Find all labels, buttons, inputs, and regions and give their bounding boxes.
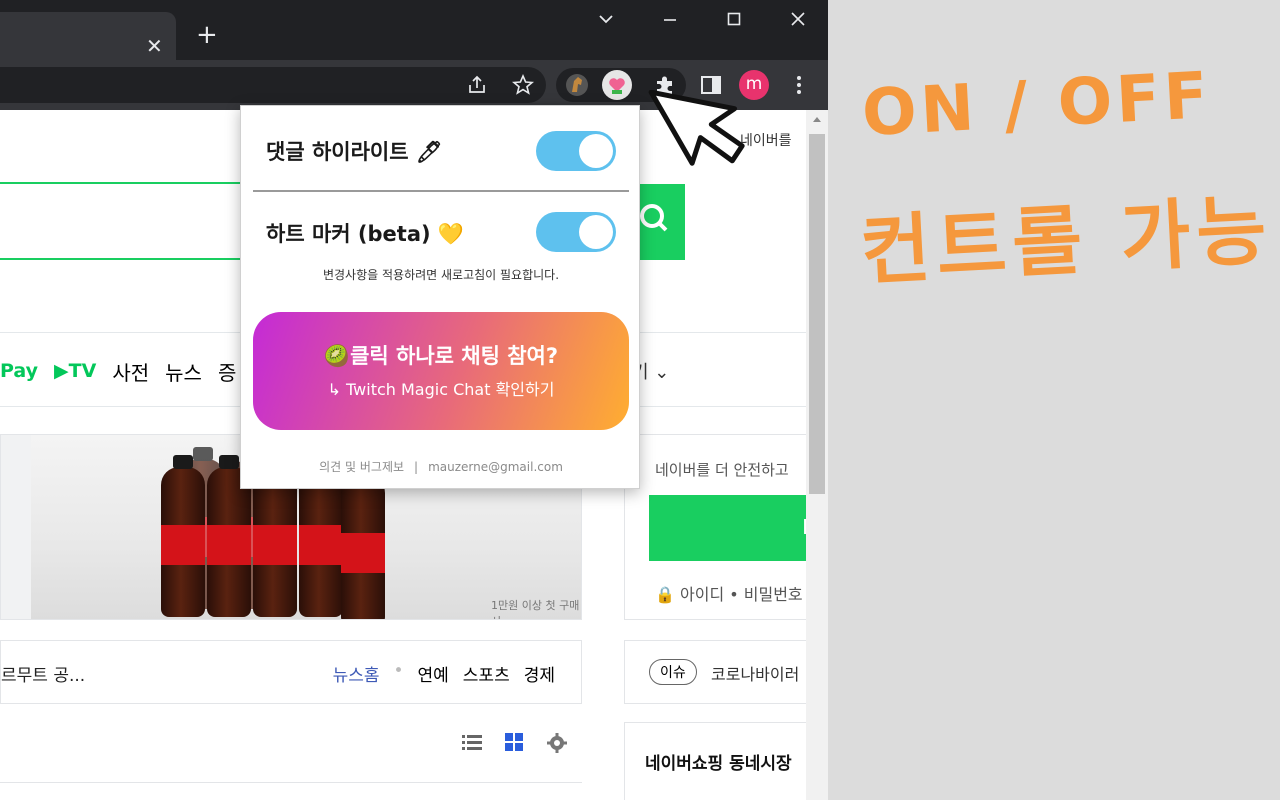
find-id-password-links[interactable]: 🔒 아이디 • 비밀번호: [655, 581, 803, 605]
scroll-up-arrow-icon[interactable]: [806, 110, 828, 130]
news-links: 뉴스홈 • 연예 스포츠 경제: [333, 661, 555, 686]
refresh-notice: 변경사항을 적용하려면 새로고침이 필요합니다.: [322, 268, 560, 282]
news-entertainment-link[interactable]: 연예: [418, 661, 449, 686]
news-link-separator: •: [393, 661, 404, 681]
settings-gear-icon[interactable]: [546, 732, 568, 758]
address-bar[interactable]: [0, 67, 546, 103]
mouse-cursor-icon: [648, 90, 745, 166]
comment-highlight-toggle[interactable]: [536, 131, 616, 171]
service-nav: Pay ▶TV 사전 뉴스 증: [0, 356, 252, 386]
news-bar: 르무트 공... 뉴스홈 • 연예 스포츠 경제: [0, 640, 582, 704]
magic-chat-link[interactable]: ↳ Twitch Magic Chat 확인하기: [253, 376, 629, 400]
new-tab-button[interactable]: +: [196, 22, 218, 48]
issue-panel: 이슈 코로나바이러: [624, 640, 824, 704]
view-toggle-group: [462, 732, 568, 758]
annotation-controllable: 컨트롤 가능!: [858, 183, 1280, 296]
tab-close-icon[interactable]: ✕: [146, 36, 163, 56]
login-hint: 네이버를 더 안전하고: [655, 461, 789, 479]
news-home-link[interactable]: 뉴스홈: [333, 661, 380, 686]
tab-strip: ✕ +: [0, 0, 828, 60]
news-headline[interactable]: 르무트 공...: [1, 661, 85, 686]
comment-highlight-label: 댓글 하이라이트 🖊: [266, 140, 443, 164]
horse-extension-icon[interactable]: [564, 72, 590, 98]
nav-pay[interactable]: Pay: [0, 360, 38, 382]
minimize-icon[interactable]: [658, 10, 682, 34]
active-tab[interactable]: ✕: [0, 12, 176, 60]
menu-kebab-icon[interactable]: [786, 72, 812, 98]
nav-stocks[interactable]: 증: [218, 357, 236, 386]
footer-separator: |: [414, 460, 419, 474]
nav-dictionary[interactable]: 사전: [112, 357, 149, 386]
issue-badge: 이슈: [649, 659, 697, 685]
scroll-thumb[interactable]: [809, 134, 825, 494]
news-sports-link[interactable]: 스포츠: [463, 661, 510, 686]
shopping-panel: 네이버쇼핑 동네시장: [624, 722, 824, 800]
page-scrollbar[interactable]: [806, 110, 828, 800]
contact-email[interactable]: mauzerne@gmail.com: [428, 460, 563, 474]
tab-search-dropdown-icon[interactable]: [594, 10, 618, 34]
magic-chat-banner[interactable]: 🥝클릭 하나로 채팅 참여? ↳ Twitch Magic Chat 확인하기: [253, 312, 629, 430]
popup-footer: 의견 및 버그제보 | mauzerne@gmail.com: [241, 458, 641, 475]
news-economy-link[interactable]: 경제: [524, 661, 555, 686]
bookmark-star-icon[interactable]: [510, 72, 536, 98]
popup-divider: [253, 190, 629, 192]
toggle-knob: [579, 215, 613, 249]
annotation-on-off: ON / OFF: [860, 58, 1214, 152]
feedback-link[interactable]: 의견 및 버그제보: [319, 460, 404, 474]
login-panel: 네이버를 더 안전하고 N 🔒 아이디 • 비밀번호: [624, 434, 824, 620]
issue-headline[interactable]: 코로나바이러: [711, 661, 799, 685]
maximize-icon[interactable]: [722, 10, 746, 34]
list-view-icon[interactable]: [462, 732, 482, 758]
shopping-title[interactable]: 네이버쇼핑 동네시장: [645, 749, 792, 774]
naver-login-button[interactable]: N: [649, 495, 819, 561]
content-grid: [0, 782, 582, 800]
share-icon[interactable]: [464, 72, 490, 98]
heart-marker-label: 하트 마커 (beta) 💛: [266, 222, 465, 246]
grid-view-icon[interactable]: [504, 732, 524, 758]
extension-popup: 댓글 하이라이트 🖊 하트 마커 (beta) 💛 변경사항을 적용하려면 새로…: [240, 105, 640, 489]
magic-chat-title: 🥝클릭 하나로 채팅 참여?: [323, 344, 559, 368]
toggle-knob: [579, 134, 613, 168]
ad-caption: 1만원 이상 첫 구매 시: [491, 599, 580, 619]
window-close-icon[interactable]: [786, 10, 810, 34]
heart-marker-toggle[interactable]: [536, 212, 616, 252]
nav-tv[interactable]: ▶TV: [54, 360, 96, 382]
nav-news[interactable]: 뉴스: [165, 357, 202, 386]
